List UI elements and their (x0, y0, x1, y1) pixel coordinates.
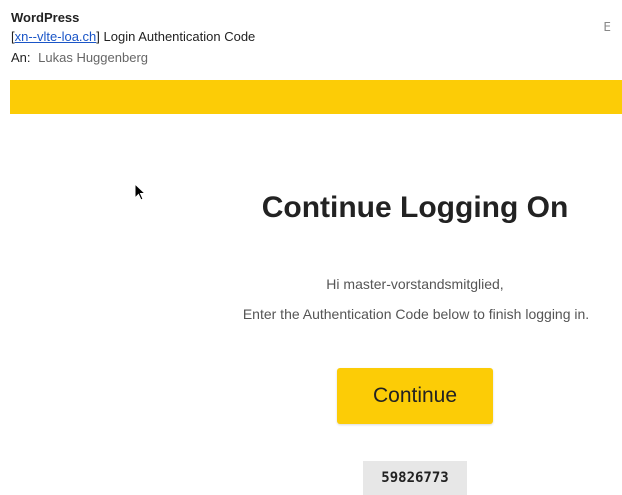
email-header: WordPress [xn--vlte-loa.ch] Login Authen… (11, 9, 611, 66)
recipient-name: Lukas Huggenberg (38, 50, 148, 65)
email-subject: [xn--vlte-loa.ch] Login Authentication C… (11, 28, 611, 45)
authentication-code: 59826773 (363, 461, 467, 495)
yellow-header-banner (10, 80, 622, 114)
subject-domain-link[interactable]: xn--vlte-loa.ch (15, 29, 97, 44)
recipient-label: An: (11, 50, 31, 65)
subject-text: Login Authentication Code (99, 29, 256, 44)
mouse-pointer-icon (134, 183, 146, 201)
instructions-text: Enter the Authentication Code below to f… (242, 306, 590, 322)
email-view: WordPress [xn--vlte-loa.ch] Login Authen… (0, 0, 622, 495)
recipient-line: An: Lukas Huggenberg (11, 49, 611, 66)
greeting-text: Hi master-vorstandsmitglied, (326, 276, 504, 292)
sender-name: WordPress (11, 10, 80, 25)
page-title: Continue Logging On (261, 191, 569, 224)
truncated-icon: E (603, 20, 611, 34)
continue-button[interactable]: Continue (337, 368, 493, 424)
